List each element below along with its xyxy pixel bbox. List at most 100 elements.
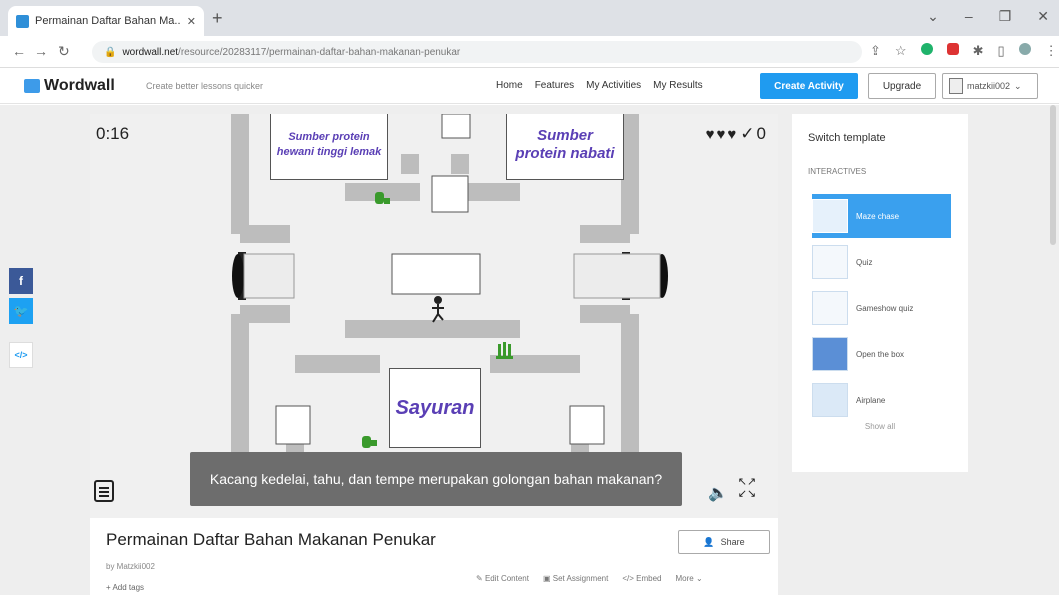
extension-green-icon[interactable] bbox=[920, 43, 933, 55]
template-label: Quiz bbox=[856, 257, 873, 267]
activity-title: Permainan Daftar Bahan Makanan Penukar bbox=[106, 530, 436, 549]
maze-chase-thumbnail-icon bbox=[812, 199, 848, 233]
template-quiz[interactable]: Quiz bbox=[812, 240, 951, 284]
heart-icon: ♥ bbox=[716, 125, 726, 143]
embed-link[interactable]: </> Embed bbox=[622, 574, 661, 583]
address-bar: ← → ↻ 🔒 wordwall.net /resource/20283117/… bbox=[0, 36, 1059, 68]
url-input[interactable]: 🔒 wordwall.net /resource/20283117/permai… bbox=[92, 41, 862, 63]
nav-my-activities[interactable]: My Activities bbox=[586, 80, 641, 91]
facebook-icon: f bbox=[19, 274, 23, 288]
maze-box bbox=[275, 405, 311, 445]
avatar bbox=[949, 78, 963, 94]
url-path: /resource/20283117/permainan-daftar-baha… bbox=[178, 46, 461, 58]
maze-box bbox=[391, 253, 481, 295]
chevron-down-icon: ⌄ bbox=[1014, 80, 1022, 91]
nav-my-results[interactable]: My Results bbox=[653, 80, 702, 91]
add-tags-link[interactable]: + Add tags bbox=[106, 583, 144, 592]
back-icon[interactable]: ← bbox=[12, 43, 26, 59]
create-activity-button[interactable]: Create Activity bbox=[760, 73, 858, 99]
show-all-link[interactable]: Show all bbox=[792, 422, 968, 431]
tagline: Create better lessons quicker bbox=[146, 81, 264, 91]
site-header: Wordwall Create better lessons quicker H… bbox=[0, 68, 1059, 104]
set-assignment-link[interactable]: ▣ Set Assignment bbox=[543, 574, 608, 583]
enemy-icon bbox=[496, 342, 513, 359]
nav-features[interactable]: Features bbox=[535, 80, 574, 91]
twitter-icon: 🐦 bbox=[13, 304, 29, 318]
upgrade-button[interactable]: Upgrade bbox=[868, 73, 936, 99]
set-assignment-label: Set Assignment bbox=[552, 574, 609, 583]
browser-tab[interactable]: Permainan Daftar Bahan Ma... ✕ bbox=[8, 6, 204, 36]
close-window-icon[interactable]: ✕ bbox=[1037, 8, 1049, 25]
restore-icon[interactable]: ❐ bbox=[999, 8, 1012, 25]
answer-box-3: Sayuran bbox=[389, 368, 481, 448]
maze-box bbox=[431, 175, 469, 213]
embed-icon: </> bbox=[14, 350, 28, 360]
template-label: Maze chase bbox=[856, 211, 900, 221]
url-domain: wordwall.net bbox=[122, 46, 179, 58]
wordwall-favicon-icon bbox=[16, 14, 29, 28]
twitter-share-button[interactable]: 🐦 bbox=[9, 298, 33, 324]
page-scrollbar[interactable] bbox=[1050, 105, 1056, 245]
wordwall-logo[interactable]: Wordwall bbox=[24, 77, 115, 95]
close-tab-icon[interactable]: ✕ bbox=[187, 15, 196, 28]
forward-icon[interactable]: → bbox=[34, 43, 48, 59]
question-text: Kacang kedelai, tahu, dan tempe merupaka… bbox=[190, 452, 682, 506]
username: matzkii002 bbox=[967, 81, 1011, 91]
template-gameshow-quiz[interactable]: Gameshow quiz bbox=[812, 286, 951, 330]
browser-tab-bar: Permainan Daftar Bahan Ma... ✕ + ⌄ – ❐ ✕ bbox=[0, 0, 1059, 36]
author-name[interactable]: by Matzkii002 bbox=[106, 562, 155, 571]
sidebar-icon[interactable]: ▯ bbox=[997, 43, 1004, 59]
reload-icon[interactable]: ↻ bbox=[58, 43, 70, 60]
edit-content-label: Edit Content bbox=[484, 574, 529, 583]
share-icon: 👤 bbox=[703, 536, 715, 547]
extension-red-icon[interactable] bbox=[946, 43, 959, 55]
game-canvas[interactable]: Sumber protein hewani tinggi lemak Sumbe… bbox=[90, 114, 778, 518]
maze-box bbox=[569, 405, 605, 445]
window-controls: ⌄ – ❐ ✕ bbox=[927, 8, 1049, 25]
facebook-share-button[interactable]: f bbox=[9, 268, 33, 294]
embed-label: Embed bbox=[636, 574, 662, 583]
sound-icon[interactable]: 🔈 bbox=[708, 483, 728, 503]
score-value: 0 bbox=[756, 124, 766, 143]
check-icon: ✓ bbox=[740, 124, 755, 143]
lives-and-score: ♥ ♥ ♥ ✓ 0 bbox=[706, 124, 766, 144]
bookmark-star-icon[interactable]: ☆ bbox=[895, 43, 907, 59]
open-the-box-thumbnail-icon bbox=[812, 337, 848, 371]
template-maze-chase[interactable]: Maze chase bbox=[812, 194, 951, 238]
game-timer: 0:16 bbox=[96, 124, 130, 143]
template-category: INTERACTIVES bbox=[808, 167, 867, 176]
edit-content-link[interactable]: ✎ Edit Content bbox=[476, 574, 529, 583]
game-menu-icon[interactable] bbox=[94, 480, 114, 502]
heart-icon: ♥ bbox=[727, 125, 737, 143]
minimize-icon[interactable]: – bbox=[965, 8, 973, 25]
new-tab-icon[interactable]: + bbox=[212, 8, 223, 29]
profile-icon[interactable] bbox=[1018, 43, 1031, 55]
answer-box-1: Sumber protein hewani tinggi lemak bbox=[270, 114, 388, 180]
chevron-down-icon[interactable]: ⌄ bbox=[927, 8, 939, 25]
template-switcher: Switch template INTERACTIVES Maze chase … bbox=[792, 114, 968, 472]
activity-actions: ✎ Edit Content ▣ Set Assignment </> Embe… bbox=[476, 574, 703, 583]
top-nav: Home Features My Activities My Results bbox=[496, 80, 703, 91]
template-open-the-box[interactable]: Open the box bbox=[812, 332, 951, 376]
share-label: Share bbox=[720, 537, 745, 547]
extensions-puzzle-icon[interactable]: ✱ bbox=[973, 43, 984, 59]
browser-menu-icon[interactable]: ⋮ bbox=[1045, 43, 1058, 59]
more-label: More bbox=[675, 574, 694, 583]
maze-box bbox=[441, 114, 471, 139]
template-label: Gameshow quiz bbox=[856, 303, 914, 313]
airplane-thumbnail-icon bbox=[812, 383, 848, 417]
browser-toolbar: ⇪ ☆ ✱ ▯ ⋮ bbox=[870, 43, 1058, 59]
share-page-icon[interactable]: ⇪ bbox=[870, 43, 881, 59]
share-button[interactable]: 👤 Share bbox=[678, 530, 770, 554]
activity-info-panel: Permainan Daftar Bahan Makanan Penukar 👤… bbox=[90, 518, 778, 595]
logo-text: Wordwall bbox=[44, 77, 115, 94]
more-menu[interactable]: More ⌄ bbox=[676, 574, 703, 583]
gameshow-quiz-thumbnail-icon bbox=[812, 291, 848, 325]
nav-home[interactable]: Home bbox=[496, 80, 523, 91]
fullscreen-icon[interactable]: ↖↗ ↙↘ bbox=[736, 476, 758, 500]
wordwall-logo-icon bbox=[24, 79, 40, 93]
heart-icon: ♥ bbox=[705, 125, 715, 143]
embed-share-button[interactable]: </> bbox=[9, 342, 33, 368]
template-airplane[interactable]: Airplane bbox=[812, 378, 951, 422]
user-menu-button[interactable]: matzkii002 ⌄ bbox=[942, 73, 1038, 99]
